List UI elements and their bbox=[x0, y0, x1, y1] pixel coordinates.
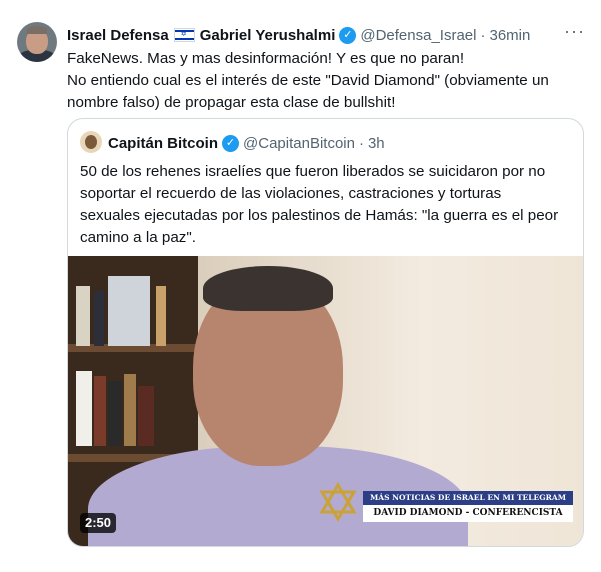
video-caption-banner: MÁS NOTICIAS DE ISRAEL EN MI TELEGRAM DA… bbox=[363, 491, 573, 523]
quote-author-avatar[interactable] bbox=[80, 131, 102, 153]
tweet-text: FakeNews. Mas y mas desinformación! Y es… bbox=[67, 48, 567, 114]
tweet-text-line: nombre falso) de propagar esta clase de … bbox=[67, 94, 396, 111]
verified-badge-icon: ✓ bbox=[222, 134, 240, 152]
quote-text-line: 50 de los rehenes israelíes que fueron l… bbox=[80, 163, 546, 180]
quote-author-handle[interactable]: @CapitanBitcoin bbox=[243, 135, 355, 152]
verified-badge-icon: ✓ bbox=[339, 26, 357, 44]
quote-text-line: sexuales ejecutadas por los palestinos d… bbox=[80, 207, 559, 224]
quote-text: 50 de los rehenes israelíes que fueron l… bbox=[80, 161, 570, 249]
israel-flag-icon: ✡ bbox=[173, 28, 195, 42]
quote-header: Capitán Bitcoin ✓ @CapitanBitcoin · 3h bbox=[108, 132, 385, 154]
quoted-tweet[interactable]: Capitán Bitcoin ✓ @CapitanBitcoin · 3h 5… bbox=[67, 118, 584, 547]
quote-author-name[interactable]: Capitán Bitcoin bbox=[108, 135, 218, 152]
banner-top-text: MÁS NOTICIAS DE ISRAEL EN MI TELEGRAM bbox=[363, 491, 573, 505]
author-avatar[interactable] bbox=[17, 22, 57, 62]
more-options-icon[interactable]: ··· bbox=[564, 22, 584, 42]
video-player[interactable]: MÁS NOTICIAS DE ISRAEL EN MI TELEGRAM DA… bbox=[68, 256, 583, 546]
star-of-david-icon bbox=[319, 482, 357, 522]
tweet-text-line: No entiendo cual es el interés de este "… bbox=[67, 72, 549, 89]
separator: · bbox=[358, 134, 364, 152]
banner-bottom-text: DAVID DIAMOND - CONFERENCISTA bbox=[363, 505, 573, 522]
tweet-header: Israel Defensa ✡ Gabriel Yerushalmi ✓ @D… bbox=[67, 24, 530, 46]
quote-text-line: soportar el recuerdo de las violaciones,… bbox=[80, 185, 502, 202]
author-handle[interactable]: @Defensa_Israel bbox=[360, 27, 476, 44]
tweet[interactable]: Israel Defensa ✡ Gabriel Yerushalmi ✓ @D… bbox=[0, 0, 601, 572]
author-name[interactable]: Israel Defensa bbox=[67, 27, 169, 44]
tweet-time[interactable]: 36min bbox=[489, 27, 530, 44]
separator: · bbox=[480, 26, 486, 44]
video-duration-badge: 2:50 bbox=[80, 513, 117, 533]
quote-time[interactable]: 3h bbox=[368, 135, 385, 152]
person-hair bbox=[203, 266, 333, 311]
quote-text-line: camino a la paz". bbox=[80, 229, 196, 246]
author-name-2[interactable]: Gabriel Yerushalmi bbox=[200, 27, 336, 44]
tweet-text-line: FakeNews. Mas y mas desinformación! Y es… bbox=[67, 50, 465, 67]
